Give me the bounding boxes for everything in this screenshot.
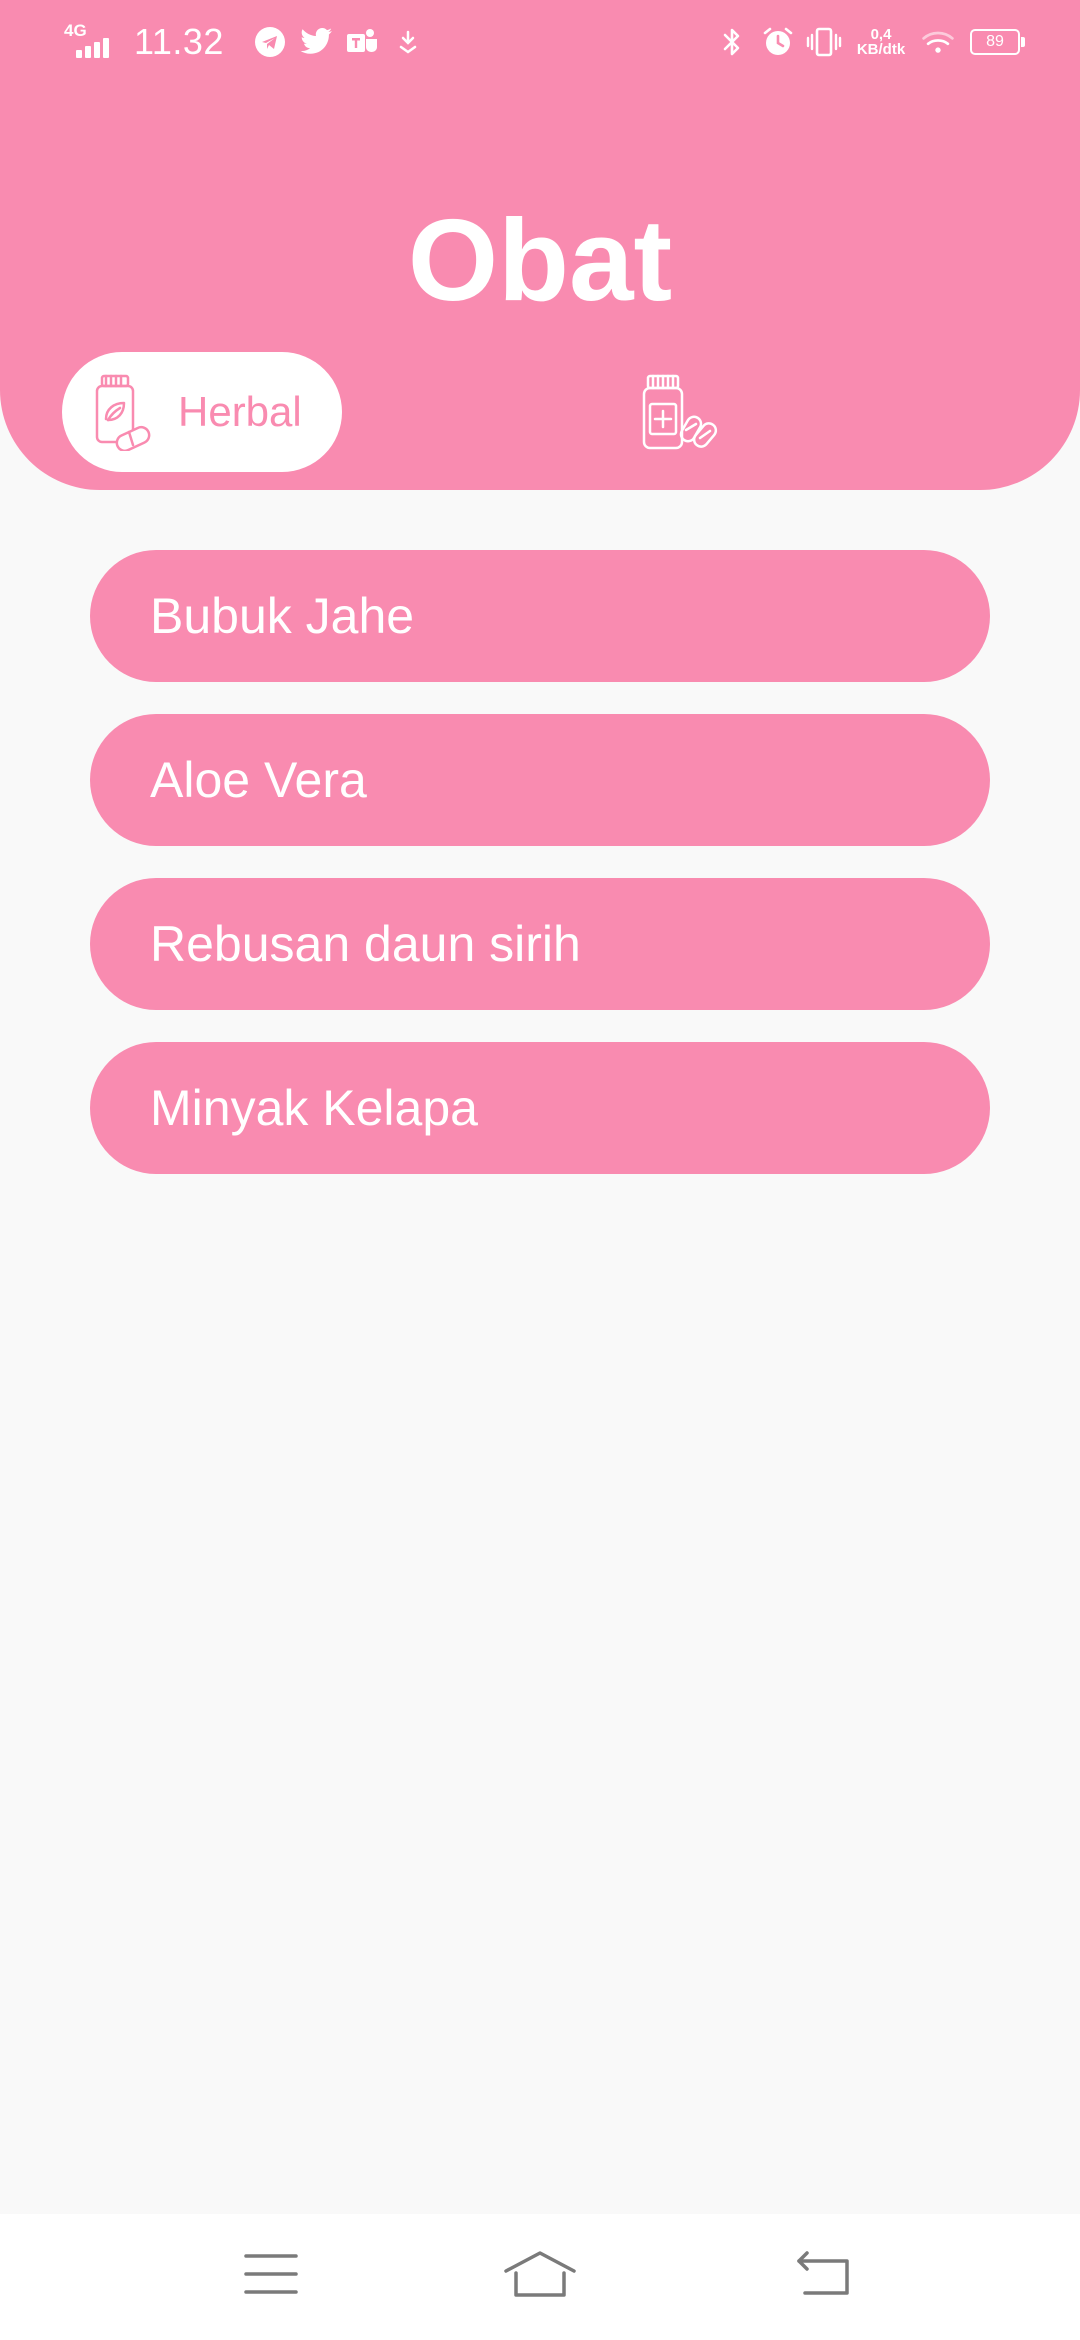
status-bar-left: 4G 11.32 [64, 18, 426, 66]
status-bar: 4G 11.32 0,4 KB/dtk 89 [0, 0, 1080, 84]
tab-herbal-label: Herbal [178, 388, 302, 435]
list-item-label: Bubuk Jahe [150, 588, 415, 644]
home-button[interactable] [500, 2244, 580, 2308]
back-button[interactable] [784, 2244, 864, 2308]
list-item[interactable]: Rebusan daun sirih [90, 878, 990, 1010]
teams-icon [344, 24, 380, 60]
status-time: 11.32 [134, 21, 224, 62]
net-speed-value: 0,4 [870, 26, 892, 43]
vibrate-icon [806, 24, 842, 60]
list-item[interactable]: Bubuk Jahe [90, 550, 990, 682]
signal-bar [103, 38, 109, 58]
medicine-bottle-icon [640, 374, 724, 456]
net-speed: 0,4 KB/dtk [852, 27, 910, 57]
list-item[interactable]: Aloe Vera [90, 714, 990, 846]
telegram-icon [252, 24, 288, 60]
signal-indicator: 4G [64, 22, 114, 62]
net-speed-unit: KB/dtk [856, 41, 906, 58]
back-icon [795, 2250, 853, 2302]
list-item-label: Minyak Kelapa [150, 1080, 478, 1136]
list-item[interactable]: Minyak Kelapa [90, 1042, 990, 1174]
herbal-list: Bubuk Jahe Aloe Vera Rebusan daun sirih … [90, 550, 990, 1206]
list-item-label: Rebusan daun sirih [150, 916, 581, 972]
alarm-icon [760, 24, 796, 60]
notification-icons [242, 24, 426, 60]
signal-bar [85, 46, 91, 58]
list-item-label: Aloe Vera [150, 752, 367, 808]
system-nav-bar [0, 2214, 1080, 2340]
wifi-icon [920, 24, 956, 60]
status-bar-right: 0,4 KB/dtk 89 [704, 18, 1025, 66]
menu-icon [244, 2252, 298, 2301]
header: 4G 11.32 0,4 KB/dtk 89 Obat Herbal [0, 0, 1080, 490]
tab-medicine[interactable] [640, 372, 724, 452]
home-icon [503, 2249, 577, 2304]
signal-bar [94, 42, 100, 58]
herbal-bottle-icon [92, 373, 154, 453]
battery-indicator: 89 [970, 29, 1025, 55]
network-type: 4G [64, 21, 87, 40]
download-icon [390, 24, 426, 60]
signal-bar [76, 50, 82, 58]
page-title: Obat [407, 195, 673, 325]
menu-button[interactable] [231, 2244, 311, 2308]
tab-herbal[interactable]: Herbal [62, 352, 342, 472]
bluetooth-icon [714, 24, 750, 60]
twitter-icon [298, 24, 334, 60]
